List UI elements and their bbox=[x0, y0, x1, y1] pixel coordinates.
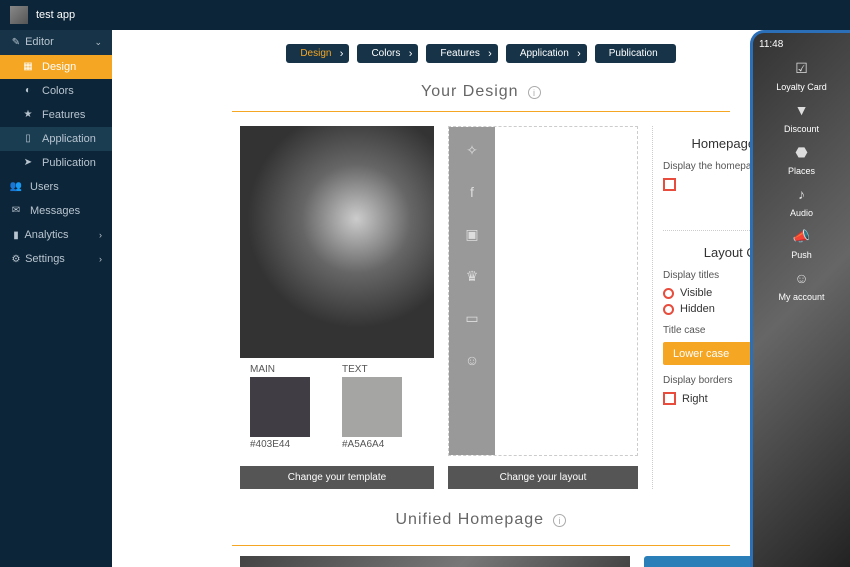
swatch-text-code: #A5A6A4 bbox=[342, 439, 424, 450]
divider bbox=[232, 111, 730, 112]
phone-preview: 11:48 ☑Loyalty Card ▼Discount ⬣Places ♪A… bbox=[750, 30, 850, 567]
step-features[interactable]: Features bbox=[426, 44, 497, 63]
sidebar-item-features[interactable]: ★Features bbox=[0, 103, 112, 127]
divider bbox=[232, 545, 730, 546]
display-slider-checkbox[interactable] bbox=[663, 178, 676, 191]
gear-icon: ⚙ bbox=[10, 254, 22, 266]
template-column: MAIN #403E44 TEXT #A5A6A4 Change your te… bbox=[240, 126, 434, 489]
step-colors[interactable]: Colors bbox=[357, 44, 418, 63]
sidebar-item-messages[interactable]: ✉Messages bbox=[0, 199, 112, 223]
sidebar-item-design[interactable]: ▦Design bbox=[0, 55, 112, 79]
radio-visible[interactable] bbox=[663, 288, 674, 299]
facebook-icon: f bbox=[463, 183, 481, 201]
pin-icon: ⬣ bbox=[792, 142, 812, 162]
sidebar-item-users[interactable]: 👥Users bbox=[0, 175, 112, 199]
sidebar: ✎ Editor ⌄ ▦Design ◐Colors ★Features ▯Ap… bbox=[0, 30, 112, 567]
swatch-main-code: #403E44 bbox=[250, 439, 332, 450]
phone-time: 11:48 bbox=[759, 39, 844, 50]
sidebar-item-analytics[interactable]: ▮ Analytics › bbox=[0, 223, 112, 248]
info-icon[interactable]: i bbox=[528, 86, 541, 99]
user-icon: ☺ bbox=[463, 351, 481, 369]
section-title-design: Your Design i bbox=[112, 77, 850, 107]
swatch-text-label: TEXT bbox=[342, 364, 424, 375]
chevron-right-icon: › bbox=[99, 230, 102, 240]
step-publication[interactable]: Publication bbox=[595, 44, 676, 63]
audio-icon: ♪ bbox=[792, 184, 812, 204]
bookmark-icon: ▼ bbox=[792, 100, 812, 120]
account-icon: ☺ bbox=[792, 268, 812, 288]
steps: Design Colors Features Application Publi… bbox=[112, 30, 850, 77]
info-icon[interactable]: i bbox=[553, 514, 566, 527]
template-preview bbox=[240, 126, 434, 358]
mail-icon: ✉ bbox=[10, 205, 22, 217]
star-icon: ★ bbox=[22, 109, 34, 121]
sidebar-item-settings[interactable]: ⚙ Settings › bbox=[0, 247, 112, 272]
layout-preview: ✧ f ▣ ♛ ▭ ☺ bbox=[448, 126, 638, 456]
send-icon: ➤ bbox=[22, 157, 34, 169]
content: Design Colors Features Application Publi… bbox=[112, 30, 850, 567]
pencil-icon: ✎ bbox=[10, 37, 22, 49]
change-template-button[interactable]: Change your template bbox=[240, 466, 434, 489]
chart-icon: ▮ bbox=[10, 229, 22, 241]
step-design[interactable]: Design bbox=[286, 44, 349, 63]
layout-icon: ▦ bbox=[22, 61, 34, 73]
sidebar-item-colors[interactable]: ◐Colors bbox=[0, 79, 112, 103]
radio-hidden[interactable] bbox=[663, 304, 674, 315]
change-layout-button[interactable]: Change your layout bbox=[448, 466, 638, 489]
chevron-down-icon: ⌄ bbox=[94, 37, 102, 48]
chat-icon: ▭ bbox=[463, 309, 481, 327]
border-right-checkbox[interactable] bbox=[663, 392, 676, 405]
sidebar-item-publication[interactable]: ➤Publication bbox=[0, 151, 112, 175]
topbar: test app bbox=[0, 0, 850, 30]
layout-column: ✧ f ▣ ♛ ▭ ☺ Change your layout bbox=[448, 126, 638, 489]
app-icon bbox=[10, 6, 28, 24]
loyalty-icon: ☑ bbox=[792, 58, 812, 78]
step-application[interactable]: Application bbox=[506, 44, 587, 63]
swatch-main-label: MAIN bbox=[250, 364, 332, 375]
phone-icon: ▯ bbox=[22, 133, 34, 145]
image-icon: ▣ bbox=[463, 225, 481, 243]
swatch-main[interactable] bbox=[250, 377, 310, 437]
app-title: test app bbox=[36, 9, 75, 21]
palette-icon: ◐ bbox=[22, 85, 34, 97]
sidebar-item-application[interactable]: ▯Application bbox=[0, 127, 112, 151]
wand-icon: ✧ bbox=[463, 141, 481, 159]
chevron-right-icon: › bbox=[99, 254, 102, 264]
swatch-text[interactable] bbox=[342, 377, 402, 437]
push-icon: 📣 bbox=[792, 226, 812, 246]
users-icon: 👥 bbox=[10, 181, 22, 193]
section-title-unified: Unified Homepage i bbox=[112, 505, 850, 535]
unified-preview bbox=[240, 556, 630, 567]
sidebar-item-editor[interactable]: ✎ Editor ⌄ bbox=[0, 30, 112, 55]
medal-icon: ♛ bbox=[463, 267, 481, 285]
